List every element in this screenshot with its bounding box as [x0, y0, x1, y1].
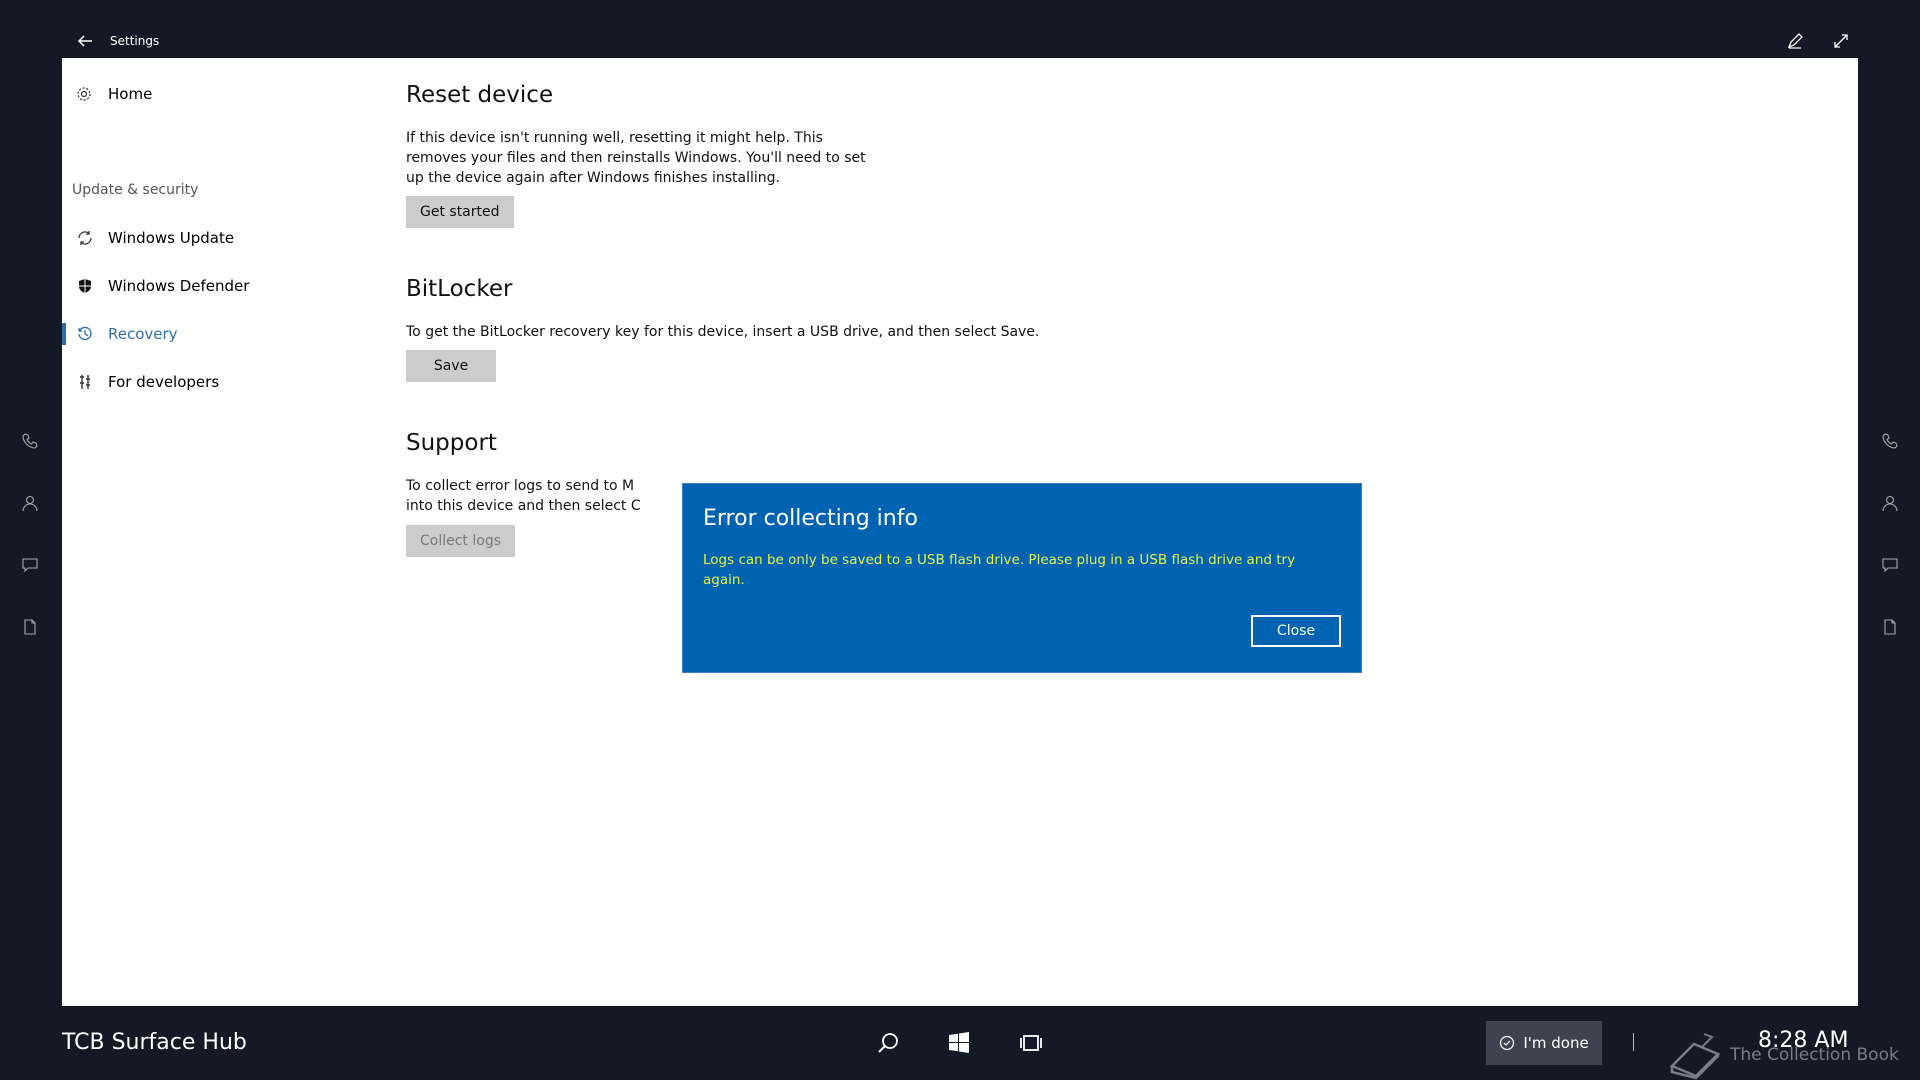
- support-description-line1: To collect error logs to send to M: [406, 478, 635, 494]
- dialog-title: Error collecting info: [703, 506, 918, 531]
- bitlocker-description: To get the BitLocker recovery key for th…: [406, 324, 1040, 340]
- collect-logs-button: Collect logs: [406, 525, 516, 557]
- window-title: Settings: [110, 34, 160, 48]
- clock: 8:28 AM: [1758, 1028, 1849, 1053]
- refresh-icon: [76, 229, 94, 247]
- nav-home[interactable]: Home: [76, 82, 152, 106]
- dialog-message: Logs can be only be saved to a USB flash…: [703, 552, 1296, 588]
- task-view-icon[interactable]: [1018, 1030, 1044, 1056]
- sidebar-item-recovery[interactable]: Recovery: [62, 316, 392, 352]
- support-title: Support: [406, 430, 497, 456]
- phone-icon[interactable]: [1881, 432, 1899, 450]
- save-button[interactable]: Save: [406, 350, 496, 382]
- bitlocker-title: BitLocker: [406, 276, 513, 302]
- phone-icon[interactable]: [21, 432, 39, 450]
- close-button[interactable]: Close: [1251, 615, 1341, 647]
- sidebar-item-for-developers[interactable]: For developers: [62, 364, 392, 400]
- nav-home-label: Home: [108, 85, 153, 103]
- book-logo-icon: [1669, 1033, 1721, 1080]
- person-icon[interactable]: [21, 494, 39, 512]
- windows-start-icon[interactable]: [946, 1030, 972, 1056]
- document-icon[interactable]: [21, 618, 39, 636]
- history-icon: [76, 325, 94, 343]
- settings-window: Home Update & security Windows Update Wi…: [62, 58, 1858, 1006]
- check-circle-icon: [1500, 1035, 1515, 1051]
- im-done-label: I'm done: [1523, 1034, 1589, 1052]
- sidebar-item-label: For developers: [108, 373, 220, 391]
- get-started-button[interactable]: Get started: [406, 196, 514, 228]
- expand-icon[interactable]: [1832, 32, 1850, 50]
- document-icon[interactable]: [1881, 618, 1899, 636]
- taskbar-separator: [1633, 1033, 1634, 1051]
- back-arrow-icon[interactable]: [76, 32, 94, 50]
- support-description-line2: into this device and then select C: [406, 498, 641, 514]
- sidebar-item-windows-defender[interactable]: Windows Defender: [62, 268, 392, 304]
- pen-icon[interactable]: [1786, 32, 1804, 50]
- person-icon[interactable]: [1881, 494, 1899, 512]
- error-dialog: Error collecting info Logs can be only b…: [682, 483, 1362, 673]
- gear-icon: [77, 87, 91, 101]
- title-bar: Settings: [62, 28, 1858, 56]
- shield-icon: [76, 277, 94, 295]
- chat-icon[interactable]: [21, 556, 39, 574]
- sidebar-item-label: Windows Update: [108, 229, 235, 247]
- sidebar-item-windows-update[interactable]: Windows Update: [62, 220, 392, 256]
- sidebar-item-label: Recovery: [108, 325, 178, 343]
- chat-icon[interactable]: [1881, 556, 1899, 574]
- nav-section-title: Update & security: [72, 182, 199, 198]
- im-done-button[interactable]: I'm done: [1486, 1021, 1602, 1065]
- search-icon[interactable]: [875, 1030, 901, 1056]
- device-name: TCB Surface Hub: [62, 1030, 247, 1055]
- sidebar-item-label: Windows Defender: [108, 277, 250, 295]
- tools-icon: [76, 373, 94, 391]
- reset-device-title: Reset device: [406, 82, 554, 108]
- reset-device-description: If this device isn't running well, reset…: [406, 130, 866, 186]
